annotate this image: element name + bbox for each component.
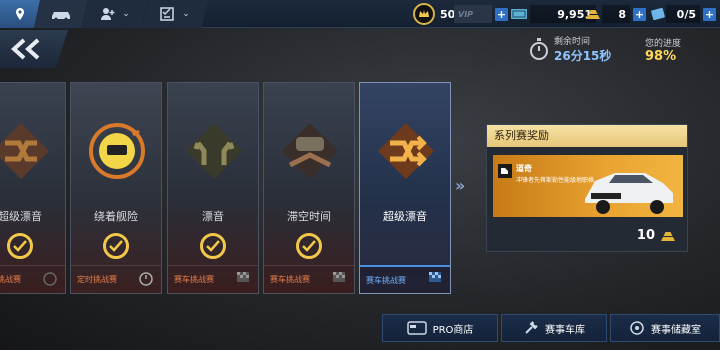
add-friend-icon xyxy=(101,8,115,20)
drift-icon xyxy=(186,123,242,179)
card-type: 赛车挑战赛 xyxy=(174,275,214,284)
tickets-value: 0/5 xyxy=(666,5,700,23)
vault-icon xyxy=(629,320,645,336)
cash-icon xyxy=(511,9,527,19)
reward-item: 道奇 冲锋者先蒋斯勒性能级地职格 xyxy=(497,163,594,184)
crown-resource[interactable]: 50 xyxy=(413,0,455,28)
reward-item-name: 道奇 xyxy=(516,164,532,173)
progress-label: 您的进度 xyxy=(645,39,682,49)
card-footer: 赛车挑战赛 xyxy=(168,265,258,293)
card-footer: 赛车挑战赛 xyxy=(264,265,354,293)
car-part-icon xyxy=(498,164,512,178)
chevron-down-icon: ⌄ xyxy=(182,9,190,19)
ticket-icon xyxy=(651,7,665,21)
card-name: 漂音 xyxy=(202,210,224,223)
nav-tasks-button[interactable]: ⌄ xyxy=(142,0,208,28)
series-reward-panel[interactable]: 系列赛奖励 道奇 冲锋者先蒋斯勒性能级地职格 10 xyxy=(486,124,688,252)
time-remaining: 剩余时间 26分15秒 xyxy=(528,34,611,64)
double-chevron-right-icon: ›› xyxy=(455,176,465,195)
tickets-resource[interactable]: 0/5 + xyxy=(650,0,716,28)
card-name: 绕着舰险 xyxy=(94,210,138,223)
card-icon xyxy=(406,321,427,335)
event-vault-label: 赛事储藏室 xyxy=(651,324,701,336)
near-miss-icon xyxy=(89,123,145,179)
reward-car-image: 道奇 冲锋者先蒋斯勒性能级地职格 xyxy=(493,155,683,217)
airtime-icon xyxy=(282,123,338,179)
reward-count: 10 xyxy=(637,228,677,243)
double-chevron-left-icon xyxy=(11,38,40,60)
event-vault-button[interactable]: 赛事储藏室 xyxy=(610,314,720,342)
stopwatch-icon xyxy=(137,269,155,289)
pro-shop-label: PRO商店 xyxy=(432,324,474,336)
tickets-plus-button[interactable]: + xyxy=(703,7,716,21)
event-card-super-drift-2[interactable]: 超级漂音 赛车挑战赛 xyxy=(359,82,451,294)
pro-shop-button[interactable]: PRO商店 xyxy=(382,314,498,342)
nav-social-button[interactable]: ⌄ xyxy=(82,0,148,28)
checkmark-icon xyxy=(200,233,226,259)
crown-icon xyxy=(413,3,435,25)
vip-resource[interactable]: VIP + xyxy=(454,0,508,28)
card-name: 超级漂音 xyxy=(383,210,427,223)
card-type: 赛车挑战赛 xyxy=(366,275,406,285)
card-type: 赛车挑战赛 xyxy=(270,275,310,284)
event-garage-button[interactable]: 赛事车库 xyxy=(501,314,607,342)
event-card-airtime[interactable]: 滞空时间 赛车挑战赛 xyxy=(263,82,355,294)
card-type: 赛车挑战赛 xyxy=(0,275,21,284)
event-card-drift[interactable]: 漂音 赛车挑战赛 xyxy=(167,82,259,294)
drift-arrows-icon xyxy=(378,123,434,179)
your-progress: 您的进度 98% xyxy=(645,36,681,64)
gold-bars-icon xyxy=(661,231,675,241)
checkered-flag-icon xyxy=(234,269,252,289)
top-bar: ⌄ ⌄ 50 VIP + 9,951 8 + 0/5 + xyxy=(0,0,720,28)
drift-arrows-icon xyxy=(0,123,49,179)
stopwatch-icon xyxy=(41,269,59,289)
reward-item-desc: 冲锋者先蒋斯勒性能级地职格 xyxy=(516,177,595,184)
checkmark-icon xyxy=(103,233,129,259)
gold-resource[interactable]: 8 + xyxy=(584,0,646,28)
series-reward-title: 系列赛奖励 xyxy=(487,125,687,147)
chevron-down-icon: ⌄ xyxy=(122,9,130,19)
wrench-icon xyxy=(523,320,539,336)
gold-bars-icon xyxy=(586,10,600,19)
nav-garage-button[interactable] xyxy=(34,0,88,28)
map-pin-icon xyxy=(16,8,24,20)
checkered-flag-icon xyxy=(426,269,444,289)
bottom-bar: PRO商店 赛事车库 赛事储藏室 xyxy=(382,314,720,342)
car-icon xyxy=(52,12,70,20)
card-name: 滞空时间 xyxy=(287,210,331,223)
gold-plus-button[interactable]: + xyxy=(633,7,646,21)
card-footer: 定时挑战赛 xyxy=(71,265,161,293)
nav-home-button[interactable] xyxy=(0,0,40,28)
event-card-super-drift-1[interactable]: 超级漂音 赛车挑战赛 xyxy=(0,82,66,294)
event-garage-label: 赛事车库 xyxy=(545,324,585,336)
reward-count-value: 10 xyxy=(636,228,655,243)
back-button[interactable] xyxy=(0,30,68,68)
card-footer: 赛车挑战赛 xyxy=(0,265,65,293)
checklist-icon xyxy=(160,7,174,21)
checkmark-icon xyxy=(296,233,322,259)
vip-label: VIP xyxy=(454,5,492,23)
vip-plus-button[interactable]: + xyxy=(495,7,508,21)
checkmark-icon xyxy=(7,233,33,259)
progress-value: 98% xyxy=(645,49,677,64)
checkered-flag-icon xyxy=(330,269,348,289)
card-type: 定时挑战赛 xyxy=(77,275,117,284)
time-remaining-value: 26分15秒 xyxy=(554,49,612,63)
gold-value: 8 xyxy=(602,5,630,23)
card-name: 超级漂音 xyxy=(0,210,42,223)
event-card-near-miss[interactable]: 绕着舰险 定时挑战赛 xyxy=(70,82,162,294)
time-remaining-label: 剩余时间 xyxy=(554,37,591,47)
stopwatch-icon xyxy=(530,38,548,60)
card-footer: 赛车挑战赛 xyxy=(360,265,450,293)
